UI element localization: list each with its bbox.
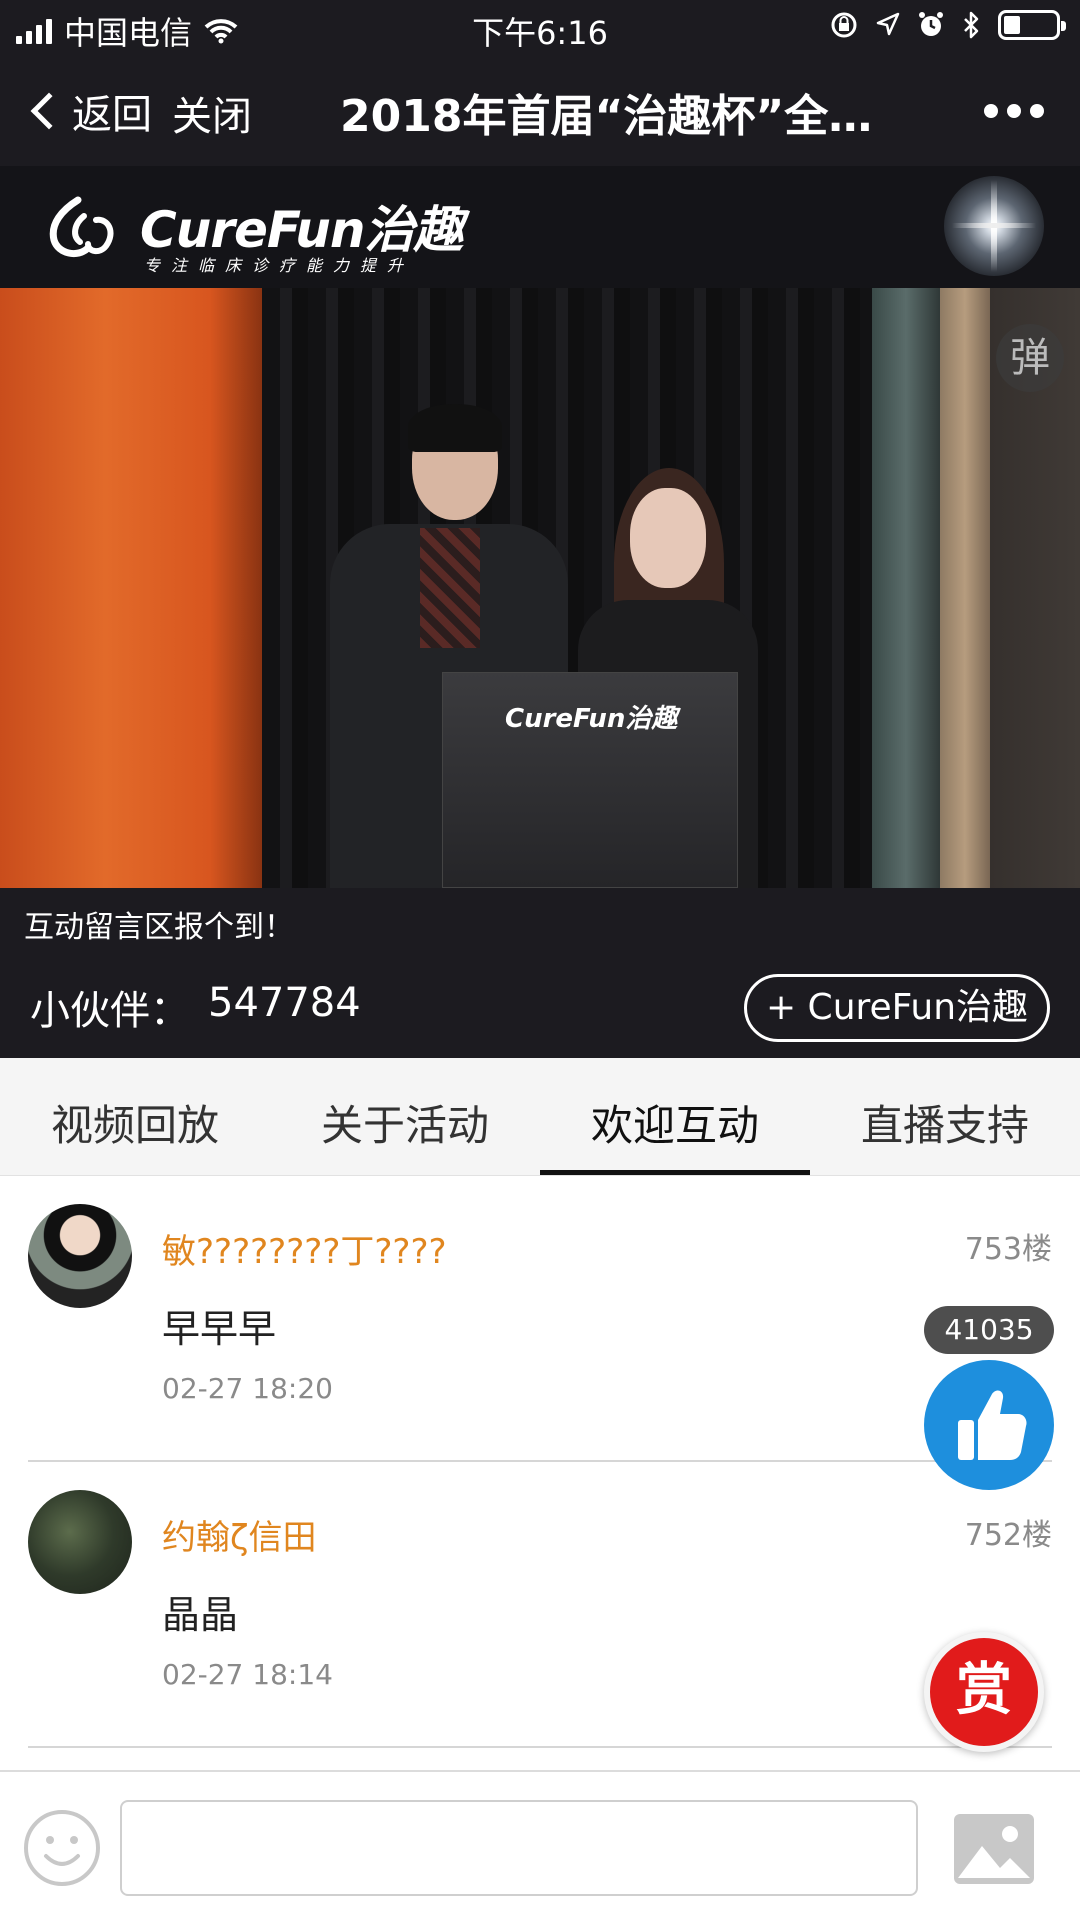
more-icon[interactable] [984, 104, 1044, 118]
page-title: 2018年首届“治趣杯”全… [340, 91, 873, 142]
bluetooth-icon [964, 11, 979, 39]
like-button[interactable] [924, 1360, 1054, 1490]
partners-count: 547784 [208, 980, 361, 1026]
back-label: 返回 [72, 92, 152, 138]
tab-bar: 视频回放 关于活动 欢迎互动 直播支持 [0, 1058, 1080, 1176]
tab-live-support[interactable]: 直播支持 [810, 1058, 1080, 1175]
tab-video-replay[interactable]: 视频回放 [0, 1058, 270, 1175]
stage-curtain-tan [940, 288, 990, 888]
host-female-head [630, 488, 706, 588]
alarm-icon [919, 12, 943, 36]
comment-text: 早早早 [162, 1307, 277, 1351]
stats-bar: 小伙伴： 547784 + CureFun治趣 [0, 964, 1080, 1058]
emoji-icon[interactable] [22, 1808, 102, 1888]
host-male-shirt [420, 528, 480, 648]
ticker-text: 互动留言区报个到！ [0, 888, 1080, 964]
danmu-toggle-button[interactable]: 弹 [996, 324, 1064, 392]
comment-author[interactable]: 约翰ζ信田 [162, 1510, 317, 1559]
video-player[interactable]: CureFun治趣 弹 [0, 288, 1080, 888]
stage-curtain-left [0, 288, 262, 888]
comment-item: 约翰ζ信田 752楼 晶晶 02-27 18:14 [28, 1462, 1052, 1748]
back-button[interactable]: 返回 [26, 82, 152, 140]
brand-tagline: 专注临床诊疗能力提升 [144, 256, 415, 275]
battery-icon [998, 10, 1066, 40]
partners-label: 小伙伴： [30, 988, 190, 1034]
image-icon[interactable] [952, 1812, 1036, 1886]
tab-about-event[interactable]: 关于活动 [270, 1058, 540, 1175]
stage-curtain-grey [872, 288, 940, 888]
follow-button[interactable]: + CureFun治趣 [744, 974, 1050, 1042]
close-button[interactable]: 关闭 [172, 84, 252, 142]
comment-input-bar [0, 1770, 1080, 1920]
status-bar: 中国电信 下午6:16 [0, 0, 1080, 54]
curefun-logo-icon [49, 196, 114, 258]
back-chevron-icon [30, 92, 68, 130]
comment-time: 02-27 18:20 [162, 1372, 333, 1405]
location-icon [876, 12, 900, 36]
avatar[interactable] [28, 1490, 132, 1594]
live-avatar[interactable] [944, 176, 1044, 276]
like-count-badge: 41035 [924, 1306, 1054, 1354]
comment-floor: 752楼 [964, 1518, 1052, 1553]
comment-time: 02-27 18:14 [162, 1658, 333, 1691]
lock-rotation-icon [831, 12, 857, 38]
nav-bar: 返回 关闭 2018年首届“治趣杯”全… [0, 54, 1080, 166]
host-male-hair [408, 404, 502, 452]
comment-floor: 753楼 [964, 1232, 1052, 1267]
podium-logo: CureFun治趣 [505, 704, 678, 734]
avatar[interactable] [28, 1204, 132, 1308]
brand-bar: CureFun治趣 专注临床诊疗能力提升 [0, 166, 1080, 288]
status-right [830, 10, 1066, 40]
reward-button[interactable]: 赏 [924, 1632, 1044, 1752]
thumbs-up-icon [958, 1390, 1027, 1460]
comment-author[interactable]: 敏????????丁???? [162, 1224, 447, 1273]
comment-input[interactable] [120, 1800, 918, 1896]
tab-interaction[interactable]: 欢迎互动 [540, 1058, 810, 1175]
comment-item: 敏????????丁???? 753楼 早早早 02-27 18:20 [28, 1176, 1052, 1462]
comment-text: 晶晶 [162, 1593, 239, 1637]
